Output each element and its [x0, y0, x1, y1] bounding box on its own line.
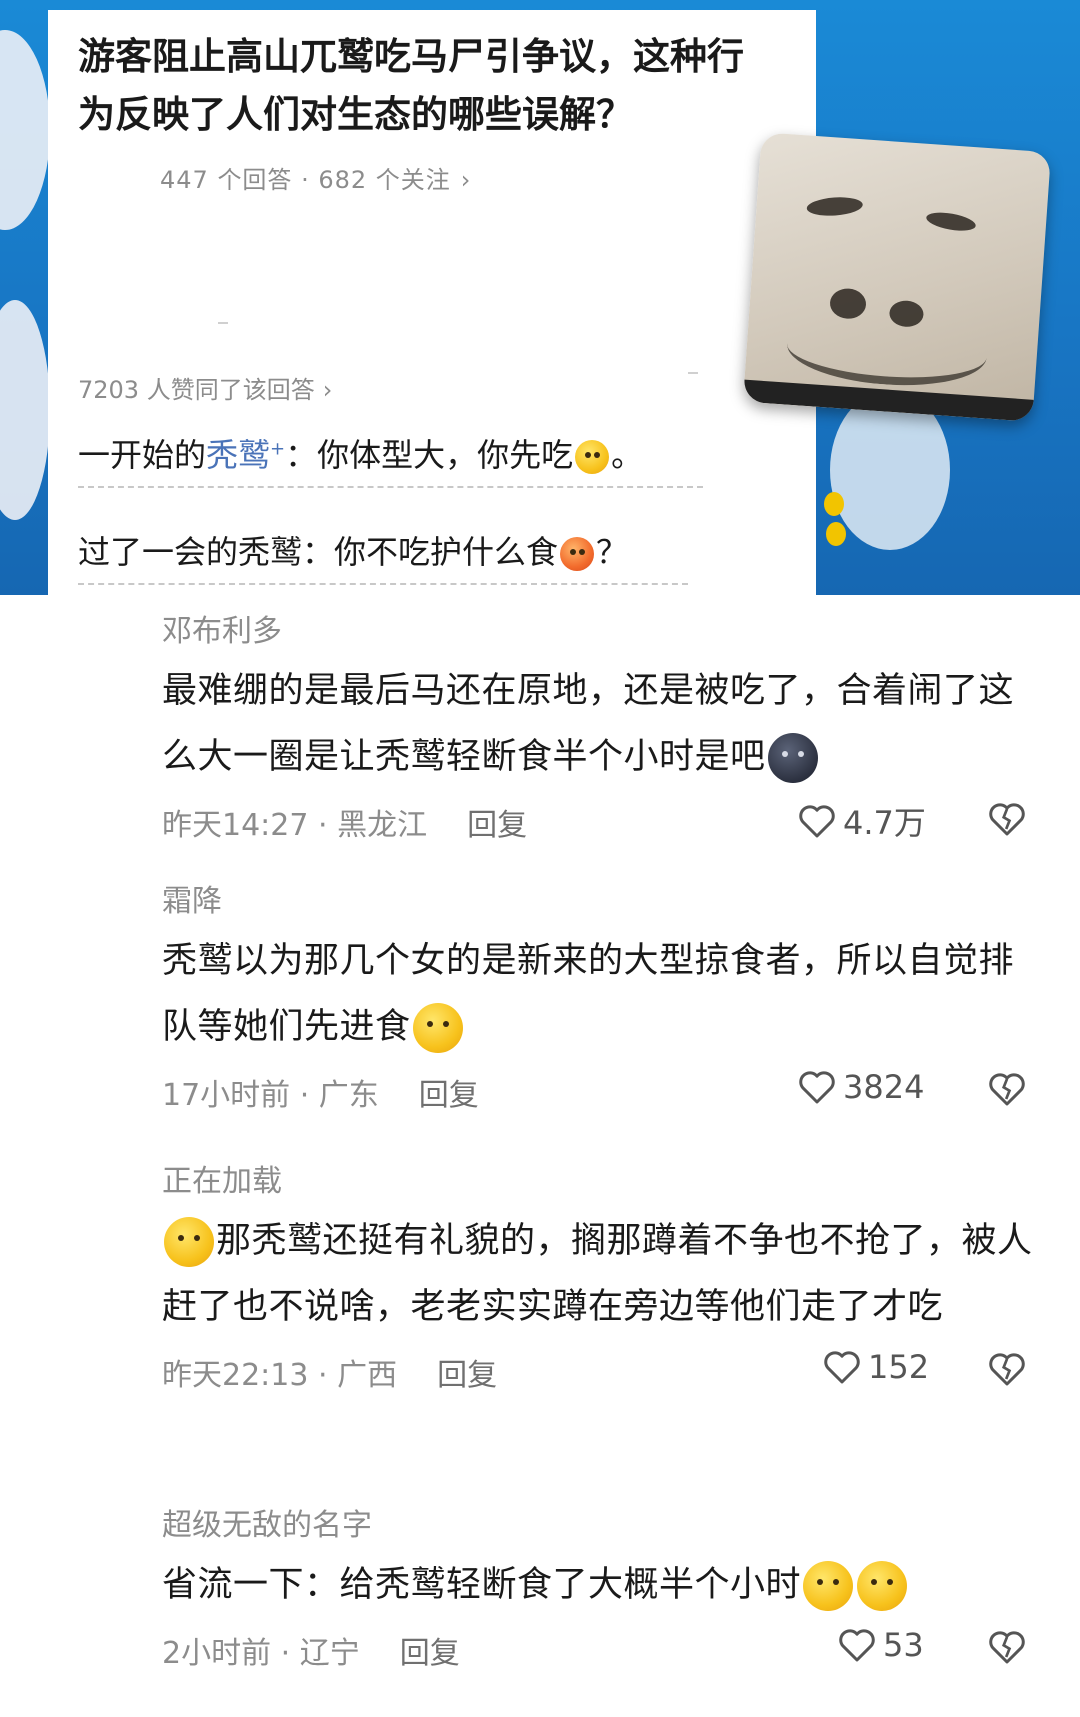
answer-text: 过了一会的秃鹫：你不吃护什么食: [78, 533, 559, 571]
comment-info: 2小时前 · 辽宁 回复: [162, 1628, 460, 1672]
reply-button[interactable]: 回复: [419, 1078, 479, 1113]
comment-meta: 昨天22:13 · 广西 回复 152: [162, 1344, 1042, 1394]
comment-body: 最难绷的是最后马还在原地，还是被吃了，合着闹了这么大一圈是让秃鹫轻断食半个小时是…: [162, 671, 1015, 777]
chevron-right-icon: ›: [322, 376, 333, 404]
comment-time-location: 17小时前 · 广东: [162, 1078, 379, 1113]
comment-username[interactable]: 正在加载: [162, 1162, 1042, 1202]
answer-line: 过了一会的秃鹫：你不吃护什么食 ？: [78, 527, 688, 585]
comment-time-location: 昨天22:13 · 广西: [162, 1358, 398, 1393]
grinning-sweat-face-icon: [164, 1217, 214, 1267]
comment-item: 霜降 秃鹫以为那几个女的是新来的大型掠食者，所以自觉排队等她们先进食 17小时前…: [162, 882, 1042, 1114]
comment-username[interactable]: 超级无敌的名字: [162, 1506, 1042, 1546]
comment-text: 省流一下：给秃鹫轻断食了大概半个小时: [162, 1552, 1042, 1618]
comment-meta: 17小时前 · 广东 回复 3824: [162, 1064, 1042, 1114]
question-title: 游客阻止高山兀鹫吃马尸引争议，这种行为反映了人们对生态的哪些误解？: [78, 35, 744, 136]
comment-text: 最难绷的是最后马还在原地，还是被吃了，合着闹了这么大一圈是让秃鹫轻断食半个小时是…: [162, 658, 1042, 790]
rolling-laughing-face-icon: [803, 1561, 854, 1611]
question-meta-text: 447 个回答 · 682 个关注: [160, 166, 451, 194]
crying-face-icon: [575, 440, 610, 474]
comment-item: 超级无敌的名字 省流一下：给秃鹫轻断食了大概半个小时 2小时前 · 辽宁 回复 5…: [162, 1506, 1042, 1672]
comment-text: 那秃鹫还挺有礼貌的，搁那蹲着不争也不抢了，被人赶了也不说啥，老老实实蹲在旁边等他…: [162, 1208, 1042, 1340]
answer-text: ：你体型大，你先吃: [285, 436, 574, 474]
broken-heart-icon: [989, 1631, 1025, 1664]
broken-heart-icon: [989, 803, 1025, 836]
comment-item: 邓布利多 最难绷的是最后马还在原地，还是被吃了，合着闹了这么大一圈是让秃鹫轻断食…: [162, 612, 1042, 844]
like-count: 4.7万: [843, 804, 926, 842]
comment-item: 正在加载 那秃鹫还挺有礼貌的，搁那蹲着不争也不抢了，被人赶了也不说啥，老老实实蹲…: [162, 1162, 1042, 1394]
comment-time-location: 2小时前 · 辽宁: [162, 1636, 360, 1671]
upvote-count[interactable]: 7203 人赞同了该回答 ›: [78, 370, 332, 405]
upvote-text: 7203 人赞同了该回答: [78, 376, 315, 404]
question-card: 游客阻止高山兀鹫吃马尸引争议，这种行为反映了人们对生态的哪些误解？ 447 个回…: [48, 10, 816, 595]
like-button[interactable]: 53: [837, 1626, 924, 1664]
dislike-button[interactable]: [987, 800, 1027, 846]
background-shape: [0, 300, 50, 520]
like-button[interactable]: 4.7万: [797, 798, 926, 844]
comment-body: 省流一下：给秃鹫轻断食了大概半个小时: [162, 1565, 802, 1605]
answer-text: 。: [611, 436, 644, 474]
answer-text: 一开始的: [78, 436, 207, 474]
divider: [688, 372, 698, 374]
comment-info: 17小时前 · 广东 回复: [162, 1070, 479, 1114]
meme-mouth: [784, 309, 989, 392]
comment-body: 那秃鹫还挺有礼貌的，搁那蹲着不争也不抢了，被人赶了也不说啥，老老实实蹲在旁边等他…: [162, 1221, 1033, 1327]
heart-icon: [799, 1071, 835, 1104]
new-moon-face-icon: [767, 733, 818, 783]
link-marker: +: [270, 438, 286, 460]
embedded-screenshot: 游客阻止高山兀鹫吃马尸引争议，这种行为反映了人们对生态的哪些误解？ 447 个回…: [0, 0, 1080, 595]
comment-body: 秃鹫以为那几个女的是新来的大型掠食者，所以自觉排队等她们先进食: [162, 941, 1015, 1047]
meme-eye: [806, 195, 864, 218]
dislike-button[interactable]: [987, 1628, 1027, 1674]
heart-icon: [799, 805, 835, 838]
like-button[interactable]: 3824: [797, 1068, 924, 1106]
broken-heart-icon: [989, 1353, 1025, 1386]
angry-face-icon: [560, 537, 595, 571]
question-meta[interactable]: 447 个回答 · 682 个关注 ›: [160, 160, 471, 195]
like-count: 53: [883, 1626, 924, 1664]
heart-icon: [839, 1629, 875, 1662]
answer-text: ？: [596, 533, 629, 571]
comment-text: 秃鹫以为那几个女的是新来的大型掠食者，所以自觉排队等她们先进食: [162, 928, 1042, 1060]
reply-button[interactable]: 回复: [400, 1636, 460, 1671]
comment-info: 昨天22:13 · 广西 回复: [162, 1350, 497, 1394]
yellow-dot: [826, 522, 846, 546]
chevron-right-icon: ›: [460, 166, 472, 194]
vulture-link[interactable]: 秃鹫: [206, 436, 270, 474]
like-count: 152: [868, 1348, 930, 1386]
reply-button[interactable]: 回复: [437, 1358, 497, 1393]
dislike-button[interactable]: [987, 1070, 1027, 1116]
ok-hand-icon: [857, 1561, 908, 1611]
comment-meta: 昨天14:27 · 黑龙江 回复 4.7万: [162, 794, 1042, 844]
broken-heart-icon: [989, 1073, 1025, 1106]
heart-icon: [824, 1351, 860, 1384]
like-button[interactable]: 152: [822, 1348, 929, 1386]
rolling-laughing-face-icon: [412, 1003, 463, 1053]
answer-line: 一开始的秃鹫+：你体型大，你先吃。: [78, 430, 703, 488]
background-shape: [0, 30, 50, 230]
comment-time-location: 昨天14:27 · 黑龙江: [162, 808, 428, 843]
comment-meta: 2小时前 · 辽宁 回复 53: [162, 1622, 1042, 1672]
comment-info: 昨天14:27 · 黑龙江 回复: [162, 800, 527, 844]
reply-button[interactable]: 回复: [467, 808, 527, 843]
meme-face-image: [742, 132, 1052, 422]
meme-eye: [924, 209, 978, 234]
like-count: 3824: [843, 1068, 925, 1106]
divider: [218, 322, 228, 324]
dislike-button[interactable]: [987, 1350, 1027, 1396]
yellow-dot: [824, 492, 844, 516]
comment-username[interactable]: 霜降: [162, 882, 1042, 922]
comment-username[interactable]: 邓布利多: [162, 612, 1042, 652]
